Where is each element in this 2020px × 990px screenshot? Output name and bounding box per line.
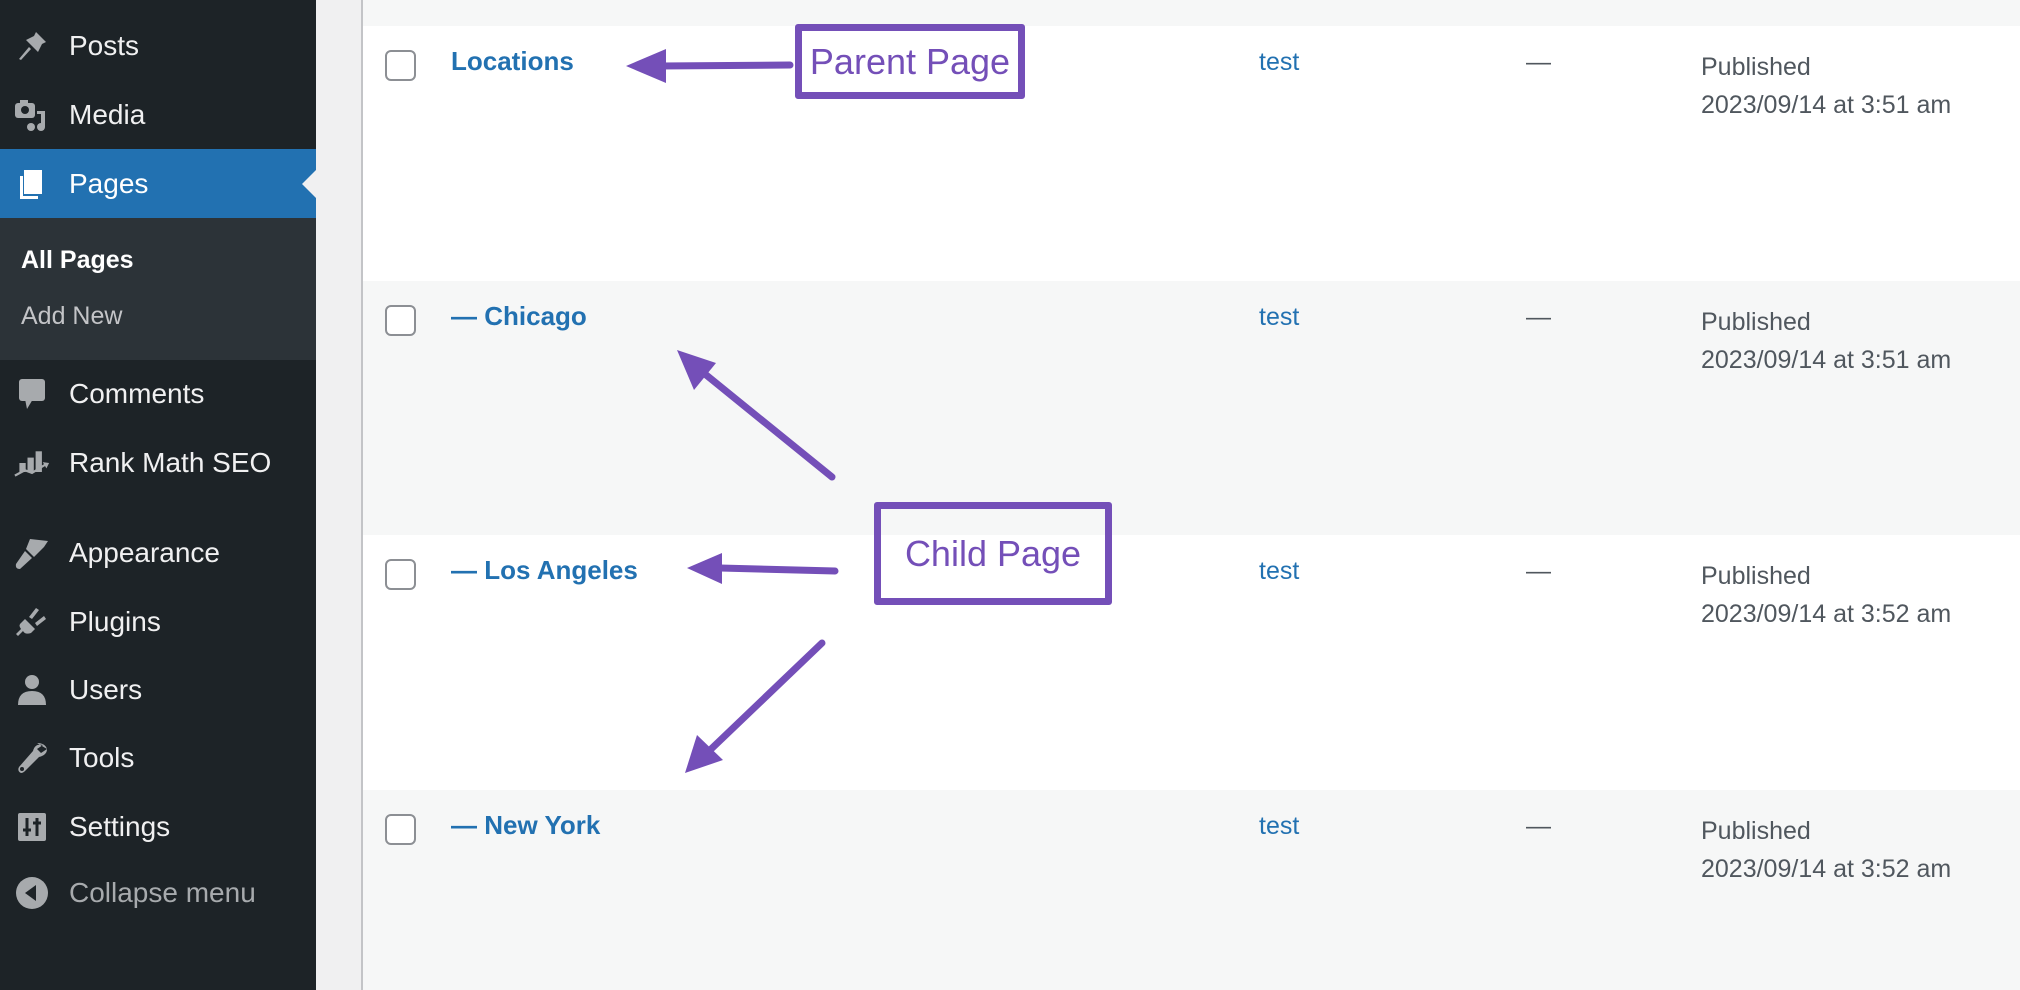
table-row: — Chicago test — Published 2023/09/14 at… xyxy=(363,281,2020,536)
page-title-link[interactable]: Locations xyxy=(451,46,574,77)
date-cell: Published 2023/09/14 at 3:52 am xyxy=(1701,812,1951,888)
date-cell: Published 2023/09/14 at 3:51 am xyxy=(1701,48,1951,124)
table-header-strip xyxy=(363,0,2020,26)
sidebar-item-rank-math[interactable]: Rank Math SEO xyxy=(0,429,316,497)
user-icon xyxy=(14,672,50,708)
rank-math-icon xyxy=(14,445,50,481)
pages-submenu: All Pages Add New xyxy=(0,218,316,360)
settings-icon xyxy=(14,809,50,845)
sidebar-item-pages[interactable]: Pages xyxy=(0,149,316,218)
row-checkbox[interactable] xyxy=(385,814,416,845)
media-icon xyxy=(14,97,50,133)
sidebar-item-settings[interactable]: Settings xyxy=(0,793,316,861)
pin-icon xyxy=(14,28,50,64)
sidebar-item-tools[interactable]: Tools xyxy=(0,724,316,792)
table-row: Locations test — Published 2023/09/14 at… xyxy=(363,26,2020,281)
sidebar-item-plugins[interactable]: Plugins xyxy=(0,588,316,656)
date-text: 2023/09/14 at 3:52 am xyxy=(1701,855,1952,883)
wrench-icon xyxy=(14,740,50,776)
author-link[interactable]: test xyxy=(1259,48,1299,77)
table-row: — Los Angeles test — Published 2023/09/1… xyxy=(363,535,2020,790)
status-text: Published xyxy=(1701,817,1811,845)
author-link[interactable]: test xyxy=(1259,557,1299,586)
comment-icon xyxy=(14,376,50,412)
row-checkbox[interactable] xyxy=(385,50,416,81)
comments-count: — xyxy=(1526,303,1551,331)
page-title-link[interactable]: — Los Angeles xyxy=(451,555,638,586)
date-text: 2023/09/14 at 3:51 am xyxy=(1701,91,1952,119)
submenu-all-pages[interactable]: All Pages xyxy=(21,246,134,275)
submenu-add-new[interactable]: Add New xyxy=(21,302,122,331)
page-title-link[interactable]: — Chicago xyxy=(451,301,587,332)
comments-count: — xyxy=(1526,812,1551,840)
author-link[interactable]: test xyxy=(1259,812,1299,841)
comments-count: — xyxy=(1526,557,1551,585)
date-text: 2023/09/14 at 3:52 am xyxy=(1701,600,1952,628)
collapse-menu-button[interactable]: Collapse menu xyxy=(0,859,316,927)
pages-icon xyxy=(14,166,50,202)
pages-table: Locations test — Published 2023/09/14 at… xyxy=(361,0,2020,990)
date-cell: Published 2023/09/14 at 3:51 am xyxy=(1701,303,1951,379)
sidebar-item-users[interactable]: Users xyxy=(0,656,316,724)
brush-icon xyxy=(14,535,50,571)
date-cell: Published 2023/09/14 at 3:52 am xyxy=(1701,557,1951,633)
sidebar-item-label: Rank Math SEO xyxy=(69,447,272,478)
row-checkbox[interactable] xyxy=(385,305,416,336)
sidebar-item-label: Posts xyxy=(69,30,140,61)
plug-icon xyxy=(14,604,50,640)
author-link[interactable]: test xyxy=(1259,303,1299,332)
sidebar-item-appearance[interactable]: Appearance xyxy=(0,519,316,587)
sidebar-item-label: Users xyxy=(69,674,143,705)
sidebar-item-posts[interactable]: Posts xyxy=(0,12,316,80)
sidebar-item-label: Settings xyxy=(69,811,171,842)
sidebar-item-label: Tools xyxy=(69,742,135,773)
row-checkbox[interactable] xyxy=(385,559,416,590)
sidebar-item-label: Pages xyxy=(69,167,149,199)
date-text: 2023/09/14 at 3:51 am xyxy=(1701,346,1952,374)
sidebar-item-label: Media xyxy=(69,99,146,130)
sidebar-item-label: Plugins xyxy=(69,606,161,637)
status-text: Published xyxy=(1701,53,1811,81)
status-text: Published xyxy=(1701,562,1811,590)
sidebar-item-label: Appearance xyxy=(69,537,221,568)
admin-sidebar: Posts Media Pages All Pages Add New Comm… xyxy=(0,0,316,990)
collapse-menu-label: Collapse menu xyxy=(69,877,256,908)
sidebar-item-media[interactable]: Media xyxy=(0,81,316,149)
status-text: Published xyxy=(1701,308,1811,336)
sidebar-item-label: Comments xyxy=(69,378,205,409)
comments-count: — xyxy=(1526,48,1551,76)
table-row: — New York test — Published 2023/09/14 a… xyxy=(363,790,2020,990)
collapse-icon xyxy=(14,875,50,911)
page-title-link[interactable]: — New York xyxy=(451,810,600,841)
sidebar-item-comments[interactable]: Comments xyxy=(0,360,316,428)
